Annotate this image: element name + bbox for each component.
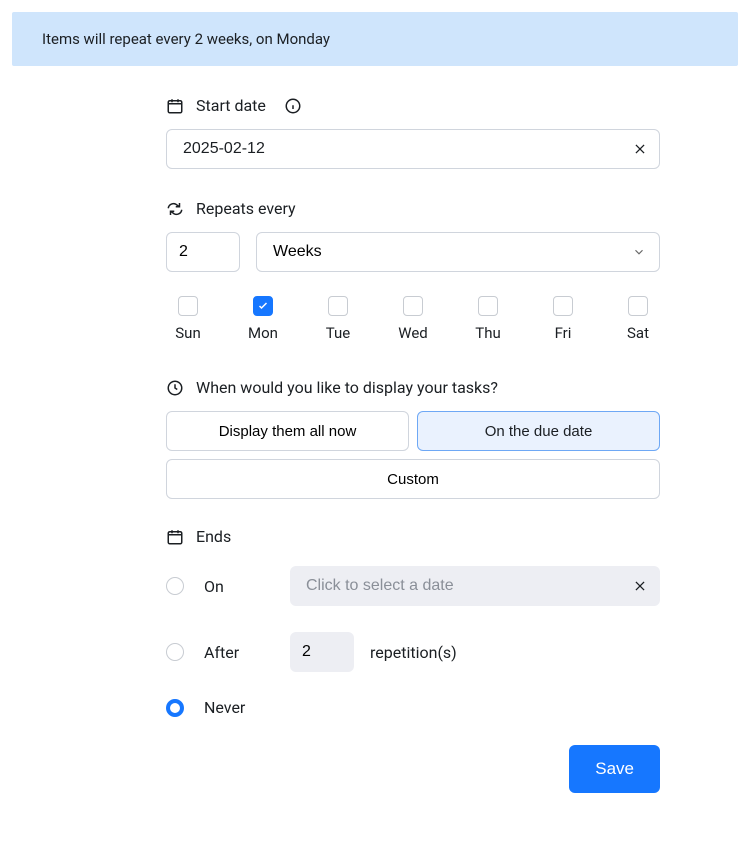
repeat-icon — [166, 200, 184, 218]
repeats-label-row: Repeats every — [166, 199, 660, 218]
weekday-label: Thu — [475, 324, 500, 342]
ends-never-radio[interactable] — [166, 699, 184, 717]
weekday-label: Tue — [326, 324, 350, 342]
display-label: When would you like to display your task… — [196, 378, 498, 397]
ends-on-radio[interactable] — [166, 577, 184, 595]
checkbox-fri[interactable] — [553, 296, 573, 316]
checkbox-wed[interactable] — [403, 296, 423, 316]
ends-after-suffix: repetition(s) — [370, 643, 457, 662]
ends-after-row: After repetition(s) — [166, 632, 660, 672]
weekday-thu[interactable]: Thu — [466, 296, 510, 342]
weekday-label: Mon — [248, 324, 278, 342]
summary-banner: Items will repeat every 2 weeks, on Mond… — [12, 12, 738, 66]
start-date-input[interactable] — [166, 129, 660, 169]
repeat-unit-select-wrap — [256, 232, 660, 272]
ends-label: Ends — [196, 527, 231, 546]
form-footer: Save — [166, 717, 660, 793]
ends-section: Ends On After repetition(s) Never — [166, 527, 660, 717]
ends-on-row: On — [166, 566, 660, 606]
start-date-label-row: Start date — [166, 96, 660, 115]
summary-text: Items will repeat every 2 weeks, on Mond… — [42, 30, 330, 48]
checkbox-sun[interactable] — [178, 296, 198, 316]
ends-after-count-input[interactable] — [290, 632, 354, 672]
repeat-unit-select[interactable] — [256, 232, 660, 272]
start-date-label: Start date — [196, 96, 266, 115]
weekday-picker: Sun Mon Tue Wed Thu Fri Sat — [166, 296, 660, 342]
weekday-label: Fri — [555, 324, 572, 342]
calendar-icon — [166, 528, 184, 546]
calendar-icon — [166, 97, 184, 115]
start-date-input-wrap — [166, 129, 660, 169]
display-options-row: Display them all now On the due date — [166, 411, 660, 451]
weekday-sat[interactable]: Sat — [616, 296, 660, 342]
repeats-controls — [166, 232, 660, 272]
info-icon[interactable] — [284, 97, 302, 115]
checkbox-thu[interactable] — [478, 296, 498, 316]
save-button[interactable]: Save — [569, 745, 660, 793]
weekday-wed[interactable]: Wed — [391, 296, 435, 342]
clear-start-date-icon[interactable] — [630, 139, 650, 159]
ends-after-label: After — [204, 643, 290, 662]
ends-on-date-wrap — [290, 566, 660, 606]
display-all-now-button[interactable]: Display them all now — [166, 411, 409, 451]
recurrence-form: Start date Repeats every — [166, 78, 660, 793]
ends-label-row: Ends — [166, 527, 660, 546]
weekday-label: Sun — [175, 324, 200, 342]
repeats-label: Repeats every — [196, 199, 296, 218]
checkbox-mon[interactable] — [253, 296, 273, 316]
repeat-interval-input[interactable] — [166, 232, 240, 272]
clock-icon — [166, 379, 184, 397]
ends-after-radio[interactable] — [166, 643, 184, 661]
display-custom-button[interactable]: Custom — [166, 459, 660, 499]
ends-never-row: Never — [166, 698, 660, 717]
ends-never-label: Never — [204, 698, 290, 717]
clear-ends-date-icon[interactable] — [630, 576, 650, 596]
display-due-date-button[interactable]: On the due date — [417, 411, 660, 451]
weekday-tue[interactable]: Tue — [316, 296, 360, 342]
weekday-mon[interactable]: Mon — [241, 296, 285, 342]
checkbox-tue[interactable] — [328, 296, 348, 316]
weekday-fri[interactable]: Fri — [541, 296, 585, 342]
weekday-label: Sat — [627, 324, 649, 342]
weekday-label: Wed — [398, 324, 428, 342]
ends-on-date-input[interactable] — [290, 566, 660, 606]
display-label-row: When would you like to display your task… — [166, 378, 660, 397]
weekday-sun[interactable]: Sun — [166, 296, 210, 342]
checkbox-sat[interactable] — [628, 296, 648, 316]
ends-on-label: On — [204, 577, 290, 596]
